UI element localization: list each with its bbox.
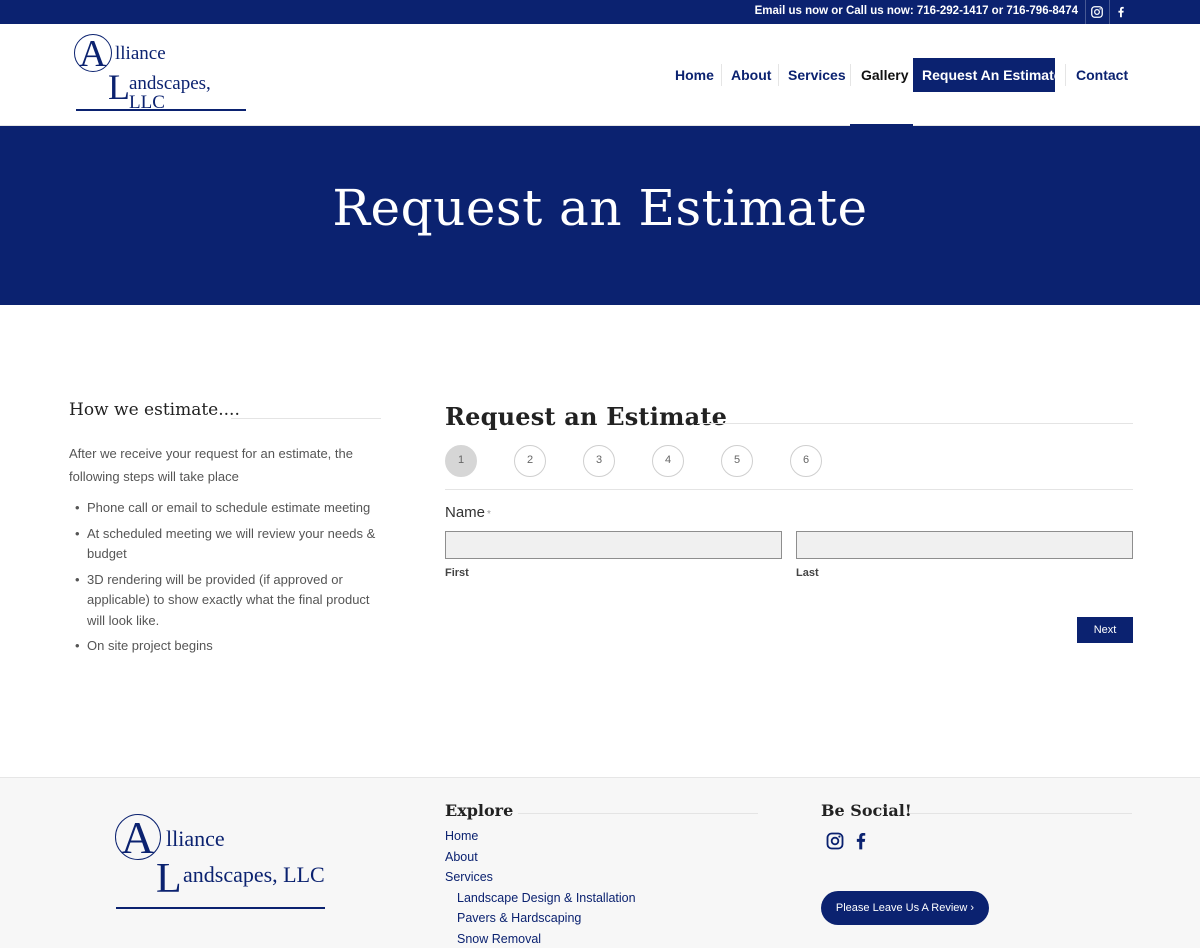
section-heading-text: How we estimate....: [69, 400, 240, 420]
heading-rule: [697, 423, 1133, 424]
site-footer: A lliance L andscapes, LLC Explore Home …: [0, 777, 1200, 948]
divider: [1085, 0, 1086, 24]
top-bar: Email us now or Call us now: 716-292-141…: [0, 0, 1200, 24]
leave-review-button[interactable]: Please Leave Us A Review ›: [821, 891, 989, 925]
nav-home[interactable]: Home: [665, 58, 724, 92]
step-indicator-3[interactable]: 3: [583, 445, 615, 477]
logo-letter-a: A: [121, 812, 155, 863]
last-name-input[interactable]: [796, 531, 1133, 559]
logo-text-line1: lliance: [166, 826, 225, 851]
step-indicator-2[interactable]: 2: [514, 445, 546, 477]
footer-link-pavers[interactable]: Pavers & Hardscaping: [457, 911, 581, 925]
footer-link-services[interactable]: Services: [445, 870, 493, 884]
list-item: At scheduled meeting we will review your…: [69, 524, 381, 565]
contact-info[interactable]: Email us now or Call us now: 716-292-141…: [755, 5, 1078, 17]
required-marker: *: [487, 509, 491, 520]
logo-text-line2: andscapes, LLC: [183, 862, 325, 887]
section-heading: How we estimate....: [69, 400, 381, 420]
site-header: A lliance L andscapes, LLC Home About Se…: [0, 24, 1200, 126]
step-indicator-4[interactable]: 4: [652, 445, 684, 477]
name-label-text: Name: [445, 504, 486, 521]
step-indicator-1[interactable]: 1: [445, 445, 477, 477]
form-title: Request an Estimate: [445, 402, 728, 431]
first-name-label: First: [445, 567, 469, 579]
nav-contact[interactable]: Contact: [1066, 58, 1138, 92]
logo-rule: [116, 907, 325, 909]
logo-letter-l: L: [156, 856, 182, 902]
footer-link-about[interactable]: About: [445, 850, 478, 864]
list-item: On site project begins: [69, 636, 381, 657]
page-hero: Request an Estimate: [0, 126, 1200, 305]
list-item: Phone call or email to schedule estimate…: [69, 498, 381, 519]
first-name-input[interactable]: [445, 531, 782, 559]
how-we-estimate-section: How we estimate.... After we receive you…: [69, 400, 381, 662]
heading-rule: [910, 813, 1132, 814]
nav-services[interactable]: Services: [778, 58, 856, 92]
divider: [1109, 0, 1110, 24]
footer-link-landscape-design[interactable]: Landscape Design & Installation: [457, 891, 636, 905]
footer-logo[interactable]: A lliance L andscapes, LLC: [115, 814, 330, 910]
logo-rule: [76, 109, 246, 111]
nav-request-estimate[interactable]: Request An Estimate: [913, 58, 1062, 92]
footer-link-snow-removal[interactable]: Snow Removal: [457, 932, 541, 946]
next-button[interactable]: Next: [1077, 617, 1133, 643]
step-indicator-5[interactable]: 5: [721, 445, 753, 477]
footer-link-home[interactable]: Home: [445, 829, 478, 843]
explore-heading: Explore: [445, 801, 514, 820]
instagram-icon[interactable]: [1090, 5, 1104, 19]
page-title: Request an Estimate: [332, 179, 868, 237]
name-label: Name *: [445, 504, 491, 521]
heading-rule: [231, 418, 381, 419]
estimate-steps-list: Phone call or email to schedule estimate…: [69, 498, 381, 657]
heading-rule: [518, 813, 758, 814]
step-indicator-6[interactable]: 6: [790, 445, 822, 477]
intro-text: After we receive your request for an est…: [69, 446, 353, 484]
main-nav: Home About Services Gallery Request An E…: [0, 58, 1200, 92]
form-divider: [445, 489, 1133, 490]
instagram-icon[interactable]: [825, 831, 845, 851]
facebook-icon[interactable]: [851, 831, 871, 851]
nav-about[interactable]: About: [721, 58, 781, 92]
facebook-icon[interactable]: [1114, 5, 1128, 19]
list-item: 3D rendering will be provided (if approv…: [69, 570, 381, 632]
be-social-heading: Be Social!: [821, 801, 912, 820]
estimate-form: Request an Estimate 1 2 3 4 5 6 Name * Fi…: [445, 402, 1133, 643]
nav-gallery[interactable]: Gallery: [851, 58, 918, 92]
last-name-label: Last: [796, 567, 819, 579]
